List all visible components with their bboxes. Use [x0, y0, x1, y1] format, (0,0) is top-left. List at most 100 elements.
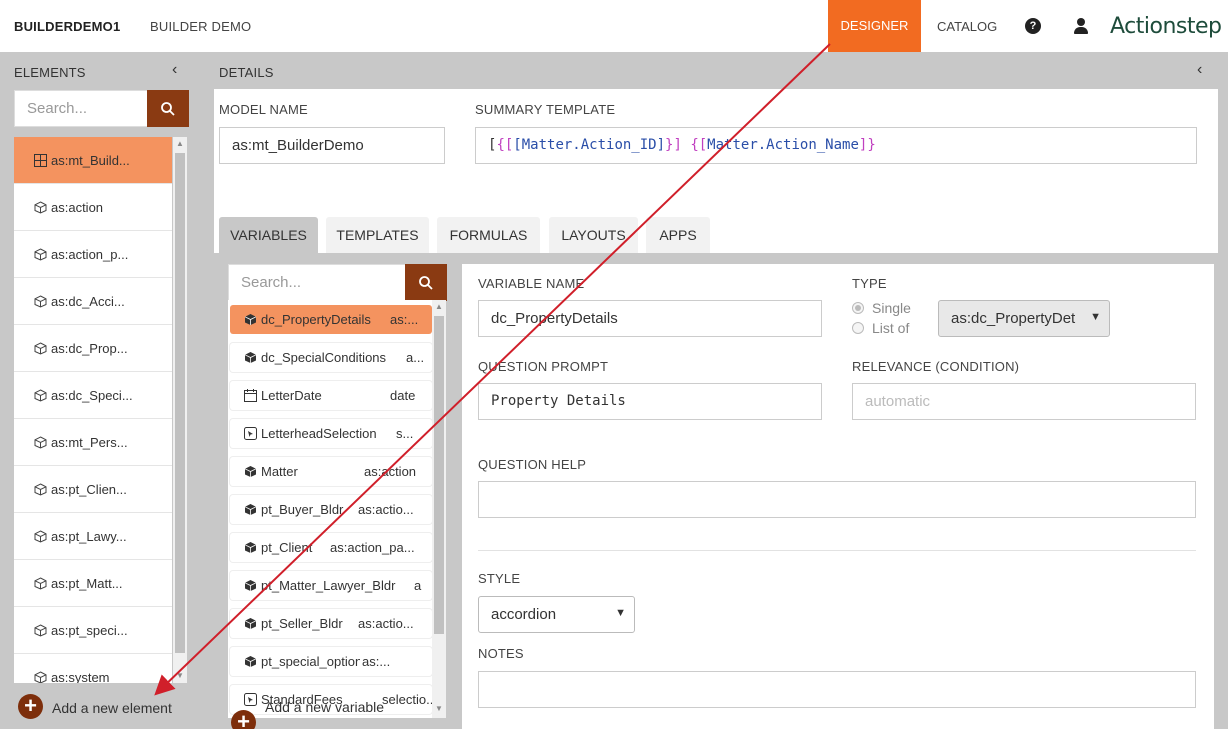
variable-name: pt_special_options — [261, 654, 369, 669]
variable-name-input[interactable]: dc_PropertyDetails — [478, 300, 822, 337]
help-icon[interactable]: ? — [1025, 18, 1041, 34]
variable-list-item[interactable]: dc_SpecialConditions a... — [230, 343, 432, 372]
variable-list-item[interactable]: pt_Seller_Bldr as:actio... — [230, 609, 432, 638]
element-label: as:dc_Prop... — [51, 341, 128, 356]
variable-list-item[interactable]: pt_special_options as:... — [230, 647, 432, 676]
element-label: as:pt_speci... — [51, 623, 128, 638]
element-label: as:system — [51, 670, 110, 683]
cube-outline-icon — [34, 483, 47, 496]
element-label: as:mt_Build... — [51, 153, 130, 168]
variable-list-item[interactable]: pt_Matter_Lawyer_Bldr a — [230, 571, 432, 600]
elements-list: as:mt_Build... as:action as:action_p... as:… — [14, 137, 172, 683]
calendar-icon — [244, 389, 257, 402]
element-label: as:action — [51, 200, 104, 215]
details-panel: DETAILS ‹ MODEL NAME as:mt_BuilderDemo S… — [204, 52, 1228, 729]
cube-solid-icon — [244, 617, 257, 630]
variable-name: pt_Buyer_Bldr — [261, 502, 344, 517]
chevron-left-icon[interactable]: ‹ — [1197, 61, 1202, 79]
variables-search-button[interactable] — [405, 264, 447, 301]
variable-name: LetterheadSelection — [261, 426, 377, 441]
tab-apps[interactable]: APPS — [646, 217, 710, 253]
element-list-item[interactable]: as:pt_Matt... — [14, 560, 172, 607]
element-label: as:action_p... — [51, 247, 129, 262]
tab-layouts[interactable]: LAYOUTS — [549, 217, 638, 253]
tab-variables[interactable]: VARIABLES — [219, 217, 318, 253]
element-list-item[interactable]: as:dc_Speci... — [14, 372, 172, 419]
elements-scrollbar[interactable]: ▲ ▼ — [173, 137, 187, 683]
notes-input[interactable] — [478, 671, 1196, 708]
element-label: as:dc_Speci... — [51, 388, 133, 403]
style-select[interactable]: accordion ▼ — [478, 596, 635, 633]
search-icon — [161, 102, 175, 116]
question-help-label: QUESTION HELP — [478, 457, 587, 472]
cube-outline-icon — [34, 342, 47, 355]
variables-search-input[interactable]: Search... — [228, 264, 407, 301]
variables-scrollbar[interactable]: ▲ ▼ — [432, 300, 446, 718]
element-list-item[interactable]: as:action_p... — [14, 231, 172, 278]
element-list-item[interactable]: as:dc_Acci... — [14, 278, 172, 325]
variable-form: VARIABLE NAME dc_PropertyDetails TYPE Si… — [462, 264, 1214, 729]
selection-icon — [244, 693, 257, 706]
element-list-item[interactable]: as:action — [14, 184, 172, 231]
question-prompt-label: QUESTION PROMPT — [478, 359, 609, 374]
elements-search-button[interactable] — [147, 90, 189, 127]
variable-list-item[interactable]: pt_Buyer_Bldr as:actio... — [230, 495, 432, 524]
user-icon[interactable] — [1073, 18, 1089, 34]
top-bar: BUILDERDEMO1 BUILDER DEMO DESIGNER CATAL… — [0, 0, 1228, 52]
relevance-input[interactable]: automatic — [852, 383, 1196, 420]
notes-label: NOTES — [478, 646, 524, 661]
add-element-icon[interactable]: + — [18, 694, 43, 719]
variable-list-item[interactable]: LetterheadSelection s... — [230, 419, 432, 448]
cube-outline-icon — [34, 389, 47, 402]
cube-solid-icon — [244, 655, 257, 668]
cube-solid-icon — [244, 351, 257, 364]
nav-catalog[interactable]: CATALOG — [937, 19, 997, 34]
variable-name: dc_SpecialConditions — [261, 350, 387, 365]
variable-name: Matter — [261, 464, 298, 479]
actionstep-logo: Actionstep — [1110, 14, 1222, 39]
element-list-item[interactable]: as:pt_speci... — [14, 607, 172, 654]
element-list-item[interactable]: as:system — [14, 654, 172, 683]
variable-list-item[interactable]: pt_Client as:action_pa... — [230, 533, 432, 562]
type-label: TYPE — [852, 276, 887, 291]
variable-type: as:actio... — [356, 502, 414, 517]
model-name-input[interactable]: as:mt_BuilderDemo — [219, 127, 445, 164]
variable-list-item[interactable]: Matter as:action — [230, 457, 432, 486]
chevron-left-icon[interactable]: ‹ — [172, 61, 177, 79]
radio-single[interactable] — [852, 302, 864, 314]
element-list-item[interactable]: as:dc_Prop... — [14, 325, 172, 372]
type-select[interactable]: as:dc_PropertyDet ▼ — [938, 300, 1110, 337]
variable-list-item[interactable]: dc_PropertyDetails as:... — [230, 305, 432, 334]
add-variable-button[interactable]: Add a new variable — [265, 699, 384, 715]
variable-type: as:action_pa... — [328, 540, 415, 555]
radio-list-of[interactable] — [852, 322, 864, 334]
selection-icon — [244, 427, 257, 440]
element-label: as:mt_Pers... — [51, 435, 128, 450]
add-variable-icon[interactable]: + — [231, 710, 256, 729]
cube-outline-icon — [34, 577, 47, 590]
divider — [478, 550, 1196, 551]
nav-designer[interactable]: DESIGNER — [828, 0, 921, 52]
variable-list-item[interactable]: LetterDate date — [230, 381, 432, 410]
variable-type: as:actio... — [356, 616, 414, 631]
tab-templates[interactable]: TEMPLATES — [326, 217, 429, 253]
summary-template-input[interactable]: [{[[Matter.Action_ID]}] {[Matter.Action_… — [475, 127, 1197, 164]
element-label: as:pt_Clien... — [51, 482, 127, 497]
radio-single-label: Single — [872, 300, 911, 316]
add-element-button[interactable]: Add a new element — [52, 700, 172, 716]
element-list-item[interactable]: as:pt_Clien... — [14, 466, 172, 513]
chevron-down-icon: ▼ — [1090, 311, 1101, 323]
cube-outline-icon — [34, 624, 47, 637]
question-help-input[interactable] — [478, 481, 1196, 518]
elements-search-input[interactable]: Search... — [14, 90, 148, 127]
element-list-item[interactable]: as:mt_Build... — [14, 137, 172, 184]
variable-name: pt_Seller_Bldr — [261, 616, 343, 631]
tab-formulas[interactable]: FORMULAS — [437, 217, 540, 253]
question-prompt-input[interactable]: Property Details — [478, 383, 822, 420]
cube-outline-icon — [34, 295, 47, 308]
element-list-item[interactable]: as:pt_Lawy... — [14, 513, 172, 560]
cube-solid-icon — [244, 465, 257, 478]
cube-solid-icon — [244, 541, 257, 554]
element-list-item[interactable]: as:mt_Pers... — [14, 419, 172, 466]
cube-outline-icon — [34, 530, 47, 543]
